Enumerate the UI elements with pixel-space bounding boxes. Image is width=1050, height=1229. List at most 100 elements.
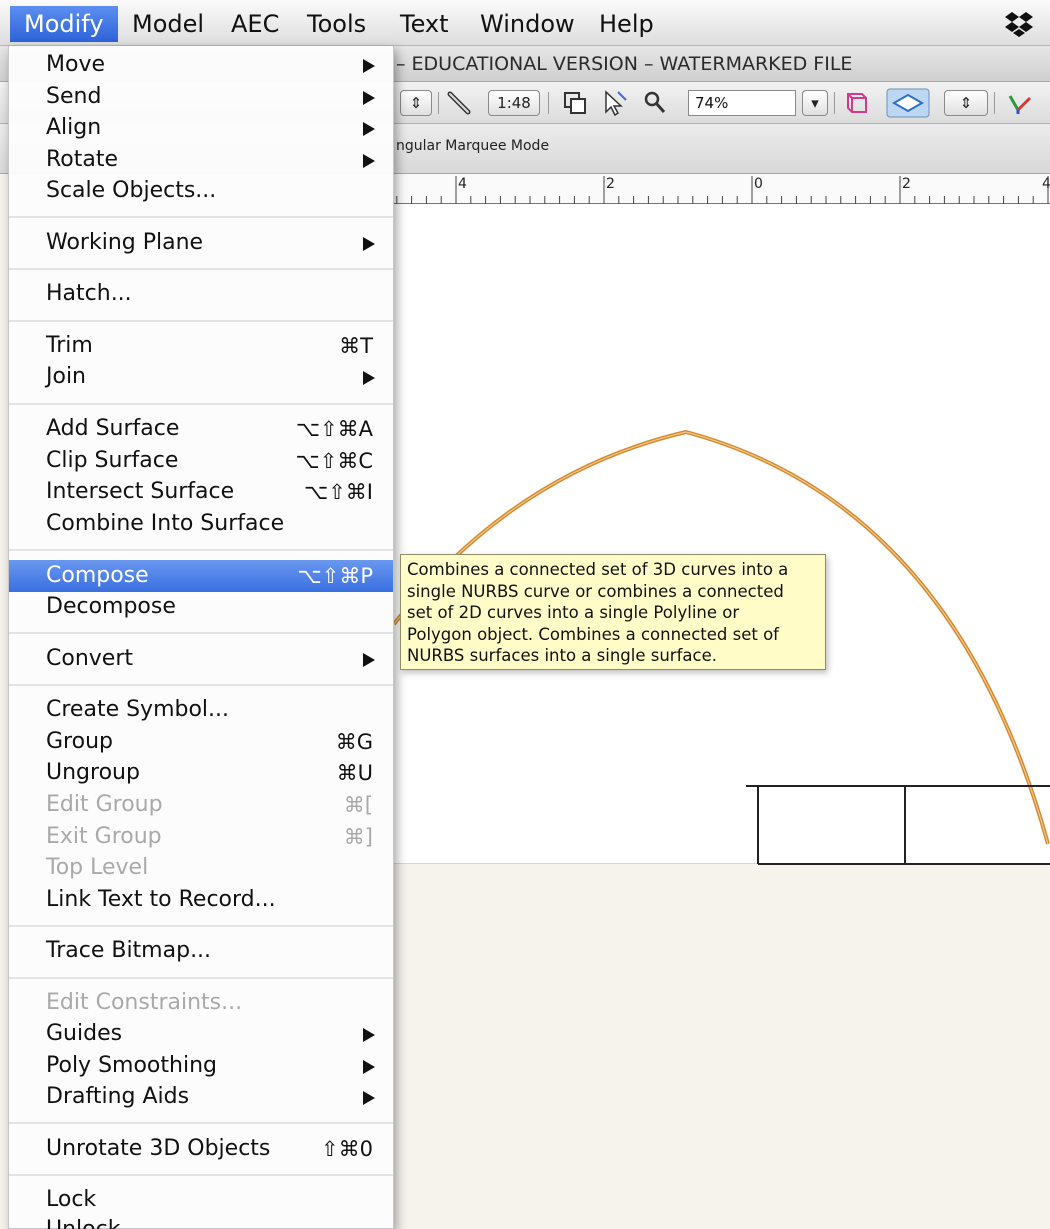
- menu-bar: Modify Model AEC Tools Text Window Help: [0, 0, 1050, 46]
- menu-item-trace-bitmap[interactable]: Trace Bitmap...: [9, 935, 393, 967]
- menu-separator: [9, 216, 393, 218]
- cursor-icon[interactable]: [600, 88, 630, 118]
- horizontal-ruler: 4 2 0 2 4: [394, 174, 1050, 204]
- menu-item-shortcut: ⌘G: [335, 730, 373, 754]
- menu-separator: [9, 977, 393, 979]
- menu-help[interactable]: Help: [585, 6, 668, 42]
- menu-text[interactable]: Text: [386, 6, 463, 42]
- menu-item-label: Poly Smoothing: [46, 1053, 217, 1078]
- menu-item-link-text-to-record[interactable]: Link Text to Record...: [9, 884, 393, 916]
- menu-separator: [9, 268, 393, 270]
- toolbar-separator: [994, 92, 995, 114]
- menu-aec[interactable]: AEC: [217, 6, 293, 42]
- ruler-label: 0: [754, 176, 763, 192]
- menu-item-combine-into-surface[interactable]: Combine Into Surface: [9, 508, 393, 540]
- menu-item-join[interactable]: Join: [9, 361, 393, 393]
- layer-icon[interactable]: [560, 88, 590, 118]
- ruler-label: 2: [902, 176, 911, 192]
- menu-item-label: Send: [46, 84, 102, 109]
- menu-item-clip-surface[interactable]: Clip Surface ⌥⇧⌘C: [9, 445, 393, 477]
- menu-item-edit-group: Edit Group ⌘[: [9, 789, 393, 821]
- menu-item-label: Join: [46, 364, 87, 389]
- menu-item-working-plane[interactable]: Working Plane: [9, 227, 393, 259]
- menu-item-shortcut: ⌥⇧⌘C: [295, 449, 373, 473]
- submenu-arrow-icon: [363, 1028, 375, 1042]
- axis-icon[interactable]: [1004, 88, 1034, 118]
- tooltip-line: single NURBS curve or combines a connect…: [407, 581, 784, 601]
- view-stepper-button[interactable]: ⇕: [944, 90, 988, 116]
- menu-modify[interactable]: Modify: [10, 6, 118, 42]
- toolbar-separator: [438, 92, 439, 114]
- menu-item-rotate[interactable]: Rotate: [9, 144, 393, 176]
- menu-item-top-level: Top Level: [9, 852, 393, 884]
- ruler-label: 4: [458, 176, 467, 192]
- menu-separator: [9, 1122, 393, 1124]
- menu-item-unrotate-3d-objects[interactable]: Unrotate 3D Objects ⇧⌘0: [9, 1133, 393, 1165]
- submenu-arrow-icon: [363, 1060, 375, 1074]
- window-title: – EDUCATIONAL VERSION – WATERMARKED FILE: [396, 53, 853, 75]
- menu-separator: [9, 549, 393, 551]
- mode-text: ngular Marquee Mode: [396, 138, 550, 154]
- menu-item-poly-smoothing[interactable]: Poly Smoothing: [9, 1050, 393, 1082]
- class-stepper-button[interactable]: ⇕: [400, 90, 432, 116]
- drawing-canvas[interactable]: [394, 204, 1050, 1229]
- tooltip-line: Polygon object. Combines a connected set…: [407, 624, 779, 644]
- menu-item-send[interactable]: Send: [9, 81, 393, 113]
- submenu-arrow-icon: [363, 91, 375, 105]
- menu-item-lock[interactable]: Lock: [9, 1184, 393, 1216]
- dropbox-icon[interactable]: [1004, 10, 1034, 38]
- menu-item-label: Trace Bitmap...: [46, 938, 212, 963]
- menu-item-label: Combine Into Surface: [46, 511, 285, 536]
- menu-item-create-symbol[interactable]: Create Symbol...: [9, 694, 393, 726]
- menu-item-label: Unrotate 3D Objects: [46, 1136, 271, 1161]
- plane-icon[interactable]: [886, 88, 930, 118]
- menu-item-unlock[interactable]: Unlock: [9, 1214, 393, 1229]
- menu-item-move[interactable]: Move: [9, 49, 393, 81]
- magnifier-icon[interactable]: [640, 88, 670, 118]
- menu-item-hatch[interactable]: Hatch...: [9, 278, 393, 310]
- toolbar-separator: [548, 92, 549, 114]
- menu-item-label: Align: [46, 115, 102, 140]
- menu-item-group[interactable]: Group ⌘G: [9, 726, 393, 758]
- menu-item-drafting-aids[interactable]: Drafting Aids: [9, 1081, 393, 1113]
- menu-separator: [9, 403, 393, 405]
- submenu-arrow-icon: [363, 59, 375, 73]
- menu-item-shortcut: ⌘U: [336, 761, 373, 785]
- tooltip-line: Combines a connected set of 3D curves in…: [407, 560, 789, 579]
- submenu-arrow-icon: [363, 122, 375, 136]
- menu-item-label: Guides: [46, 1021, 123, 1046]
- submenu-arrow-icon: [363, 1091, 375, 1105]
- scale-button[interactable]: 1:48: [488, 90, 540, 116]
- view-cube-icon[interactable]: [842, 88, 872, 118]
- menu-item-add-surface[interactable]: Add Surface ⌥⇧⌘A: [9, 413, 393, 445]
- ruler-label: 4: [1042, 176, 1050, 192]
- menu-item-label: Create Symbol...: [46, 697, 230, 722]
- zoom-field[interactable]: 74%: [688, 90, 796, 116]
- menu-item-trim[interactable]: Trim ⌘T: [9, 330, 393, 362]
- submenu-arrow-icon: [363, 154, 375, 168]
- compose-tooltip: Combines a connected set of 3D curves in…: [400, 554, 826, 670]
- menu-item-guides[interactable]: Guides: [9, 1018, 393, 1050]
- menu-item-compose[interactable]: Compose ⌥⇧⌘P: [9, 560, 393, 592]
- menu-item-shortcut: ⌘[: [343, 793, 373, 817]
- menu-item-label: Lock: [46, 1187, 97, 1212]
- menu-separator: [9, 925, 393, 927]
- menu-item-decompose[interactable]: Decompose: [9, 591, 393, 623]
- pencil-icon[interactable]: [444, 88, 474, 118]
- menu-item-label: Decompose: [46, 594, 176, 619]
- zoom-dropdown-button[interactable]: ▾: [802, 90, 828, 116]
- menu-item-label: Unlock: [46, 1214, 120, 1229]
- menu-item-align[interactable]: Align: [9, 112, 393, 144]
- toolbar-separator: [834, 92, 835, 114]
- menu-item-shortcut: ⌥⇧⌘P: [297, 564, 373, 588]
- menu-tools[interactable]: Tools: [293, 6, 380, 42]
- menu-item-ungroup[interactable]: Ungroup ⌘U: [9, 757, 393, 789]
- menu-item-intersect-surface[interactable]: Intersect Surface ⌥⇧⌘I: [9, 476, 393, 508]
- modify-menu: Move Send Align Rotate Scale Objects... …: [8, 46, 394, 1229]
- drawing-layer: [394, 429, 1050, 865]
- menu-model[interactable]: Model: [118, 6, 218, 42]
- menu-item-scale-objects[interactable]: Scale Objects...: [9, 175, 393, 207]
- menu-window[interactable]: Window: [466, 6, 589, 42]
- menu-item-label: Trim: [46, 333, 93, 358]
- menu-item-convert[interactable]: Convert: [9, 643, 393, 675]
